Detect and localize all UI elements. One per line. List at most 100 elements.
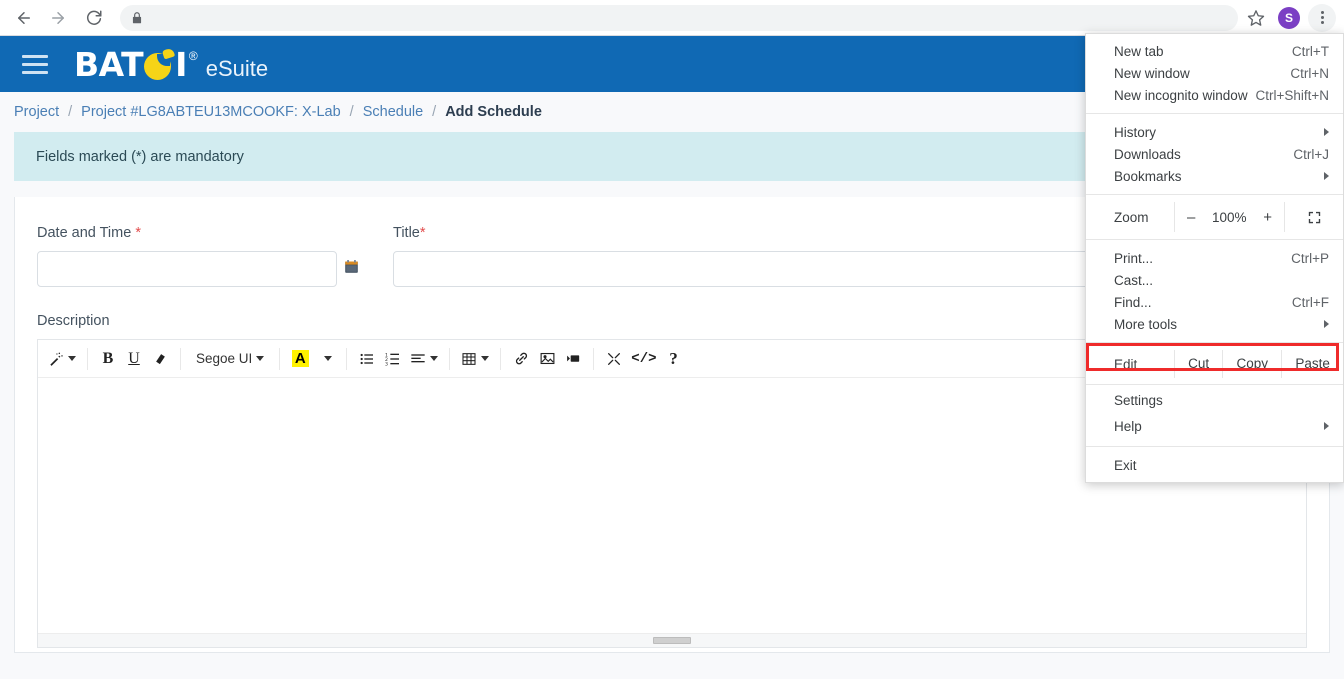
- editor-resize-bar: [38, 633, 1306, 647]
- highlight-color-dropdown[interactable]: [313, 346, 339, 372]
- submenu-arrow-icon: [1324, 128, 1329, 136]
- registered-mark: ®: [188, 48, 198, 63]
- address-bar[interactable]: [120, 4, 1238, 31]
- menu-accelerator: Ctrl+P: [1291, 250, 1329, 266]
- menu-accelerator: Ctrl+T: [1291, 43, 1329, 59]
- brand-logo[interactable]: BAT I ® eSuite: [74, 45, 268, 84]
- bullet-list-icon[interactable]: [354, 346, 380, 372]
- menu-label: New tab: [1114, 43, 1164, 59]
- menu-separator: [1086, 384, 1343, 385]
- hamburger-menu-icon[interactable]: [22, 54, 48, 74]
- menu-item-print[interactable]: Print... Ctrl+P: [1086, 247, 1343, 269]
- paste-button[interactable]: Paste: [1281, 350, 1343, 378]
- required-asterisk: *: [135, 225, 141, 241]
- chrome-main-menu: New tab Ctrl+T New window Ctrl+N New inc…: [1085, 33, 1344, 483]
- submenu-arrow-icon: [1324, 172, 1329, 180]
- bookmark-star-icon[interactable]: [1242, 4, 1270, 32]
- menu-label: Settings: [1114, 392, 1163, 408]
- highlight-letter: A: [291, 350, 309, 367]
- submenu-arrow-icon: [1324, 320, 1329, 328]
- date-time-input[interactable]: [37, 251, 337, 287]
- breadcrumb-item-project-id[interactable]: Project #LG8ABTEU13MCOOKF: X-Lab: [81, 104, 341, 120]
- menu-edit-row: Edit Cut Copy Paste: [1086, 350, 1343, 378]
- bold-icon[interactable]: B: [95, 346, 121, 372]
- menu-separator: [1086, 446, 1343, 447]
- resize-handle[interactable]: [653, 637, 691, 644]
- calendar-icon[interactable]: [344, 259, 359, 279]
- toolbar-divider: [449, 347, 451, 370]
- menu-label: Find...: [1114, 294, 1152, 310]
- zoom-out-button[interactable]: –: [1187, 209, 1195, 226]
- browser-actions: S: [1238, 3, 1336, 32]
- chevron-down-icon: [324, 356, 333, 361]
- breadcrumb-item-project[interactable]: Project: [14, 104, 59, 120]
- back-button[interactable]: [10, 4, 38, 32]
- zoom-label: Zoom: [1114, 209, 1149, 225]
- menu-item-help[interactable]: Help: [1086, 413, 1343, 439]
- logo-o-icon: [144, 47, 176, 80]
- menu-accelerator: Ctrl+N: [1290, 65, 1329, 81]
- menu-item-downloads[interactable]: Downloads Ctrl+J: [1086, 143, 1343, 165]
- toolbar-divider: [346, 347, 348, 370]
- menu-separator: [1086, 239, 1343, 240]
- video-icon[interactable]: [560, 346, 586, 372]
- menu-item-more-tools[interactable]: More tools: [1086, 313, 1343, 335]
- menu-label: Downloads: [1114, 146, 1181, 162]
- zoom-in-button[interactable]: +: [1263, 209, 1272, 226]
- code-icon[interactable]: </>: [627, 346, 660, 372]
- brand-suite-label: eSuite: [205, 55, 269, 81]
- menu-item-history[interactable]: History: [1086, 121, 1343, 143]
- breadcrumb-item-add-schedule: Add Schedule: [445, 104, 542, 120]
- font-family-selector[interactable]: Segoe UI: [188, 346, 272, 372]
- toolbar-divider: [500, 347, 502, 370]
- menu-accelerator: Ctrl+F: [1291, 294, 1329, 310]
- numbered-list-icon[interactable]: 123: [380, 346, 406, 372]
- menu-accelerator: Ctrl+Shift+N: [1255, 87, 1329, 103]
- table-icon[interactable]: [457, 346, 493, 372]
- copy-button[interactable]: Copy: [1222, 350, 1281, 378]
- menu-separator: [1086, 342, 1343, 343]
- url-text: [152, 12, 1228, 23]
- fullscreen-button[interactable]: [1285, 210, 1343, 225]
- fullscreen-icon[interactable]: [601, 346, 627, 372]
- menu-label: Exit: [1114, 457, 1137, 473]
- menu-zoom-row: Zoom – 100% +: [1086, 202, 1343, 232]
- chevron-down-icon: [481, 356, 490, 361]
- menu-item-new-window[interactable]: New window Ctrl+N: [1086, 62, 1343, 84]
- chevron-down-icon: [68, 356, 76, 361]
- image-icon[interactable]: [534, 346, 560, 372]
- menu-item-find[interactable]: Find... Ctrl+F: [1086, 291, 1343, 313]
- reload-button[interactable]: [80, 4, 108, 32]
- breadcrumb-separator: /: [432, 104, 437, 120]
- menu-label: Help: [1114, 418, 1142, 434]
- forward-button[interactable]: [44, 4, 72, 32]
- menu-label: Bookmarks: [1114, 168, 1182, 184]
- breadcrumb-item-schedule[interactable]: Schedule: [363, 104, 423, 120]
- align-icon[interactable]: [406, 346, 442, 372]
- cut-button[interactable]: Cut: [1174, 350, 1222, 378]
- menu-item-settings[interactable]: Settings: [1086, 387, 1343, 413]
- menu-label: More tools: [1114, 316, 1178, 332]
- menu-item-new-incognito-window[interactable]: New incognito window Ctrl+Shift+N: [1086, 84, 1343, 106]
- chevron-down-icon: [430, 356, 439, 361]
- text-highlight-icon[interactable]: A: [287, 346, 313, 372]
- menu-separator: [1086, 194, 1343, 195]
- menu-separator: [1086, 113, 1343, 114]
- menu-item-new-tab[interactable]: New tab Ctrl+T: [1086, 40, 1343, 62]
- menu-label: Print...: [1114, 250, 1154, 266]
- eraser-icon[interactable]: [147, 346, 173, 372]
- menu-label: Cast...: [1114, 272, 1154, 288]
- profile-avatar[interactable]: S: [1278, 6, 1300, 29]
- breadcrumb-separator: /: [68, 104, 73, 120]
- magic-wand-icon[interactable]: [44, 346, 80, 372]
- toolbar-divider: [87, 347, 88, 370]
- menu-item-exit[interactable]: Exit: [1086, 454, 1343, 476]
- menu-item-cast[interactable]: Cast...: [1086, 269, 1343, 291]
- help-icon[interactable]: ?: [661, 346, 687, 372]
- chrome-menu-button[interactable]: [1308, 3, 1336, 32]
- submenu-arrow-icon: [1324, 422, 1329, 430]
- link-icon[interactable]: [508, 346, 534, 372]
- menu-item-bookmarks[interactable]: Bookmarks: [1086, 165, 1343, 187]
- underline-icon[interactable]: U: [121, 346, 147, 372]
- required-asterisk: *: [419, 225, 426, 241]
